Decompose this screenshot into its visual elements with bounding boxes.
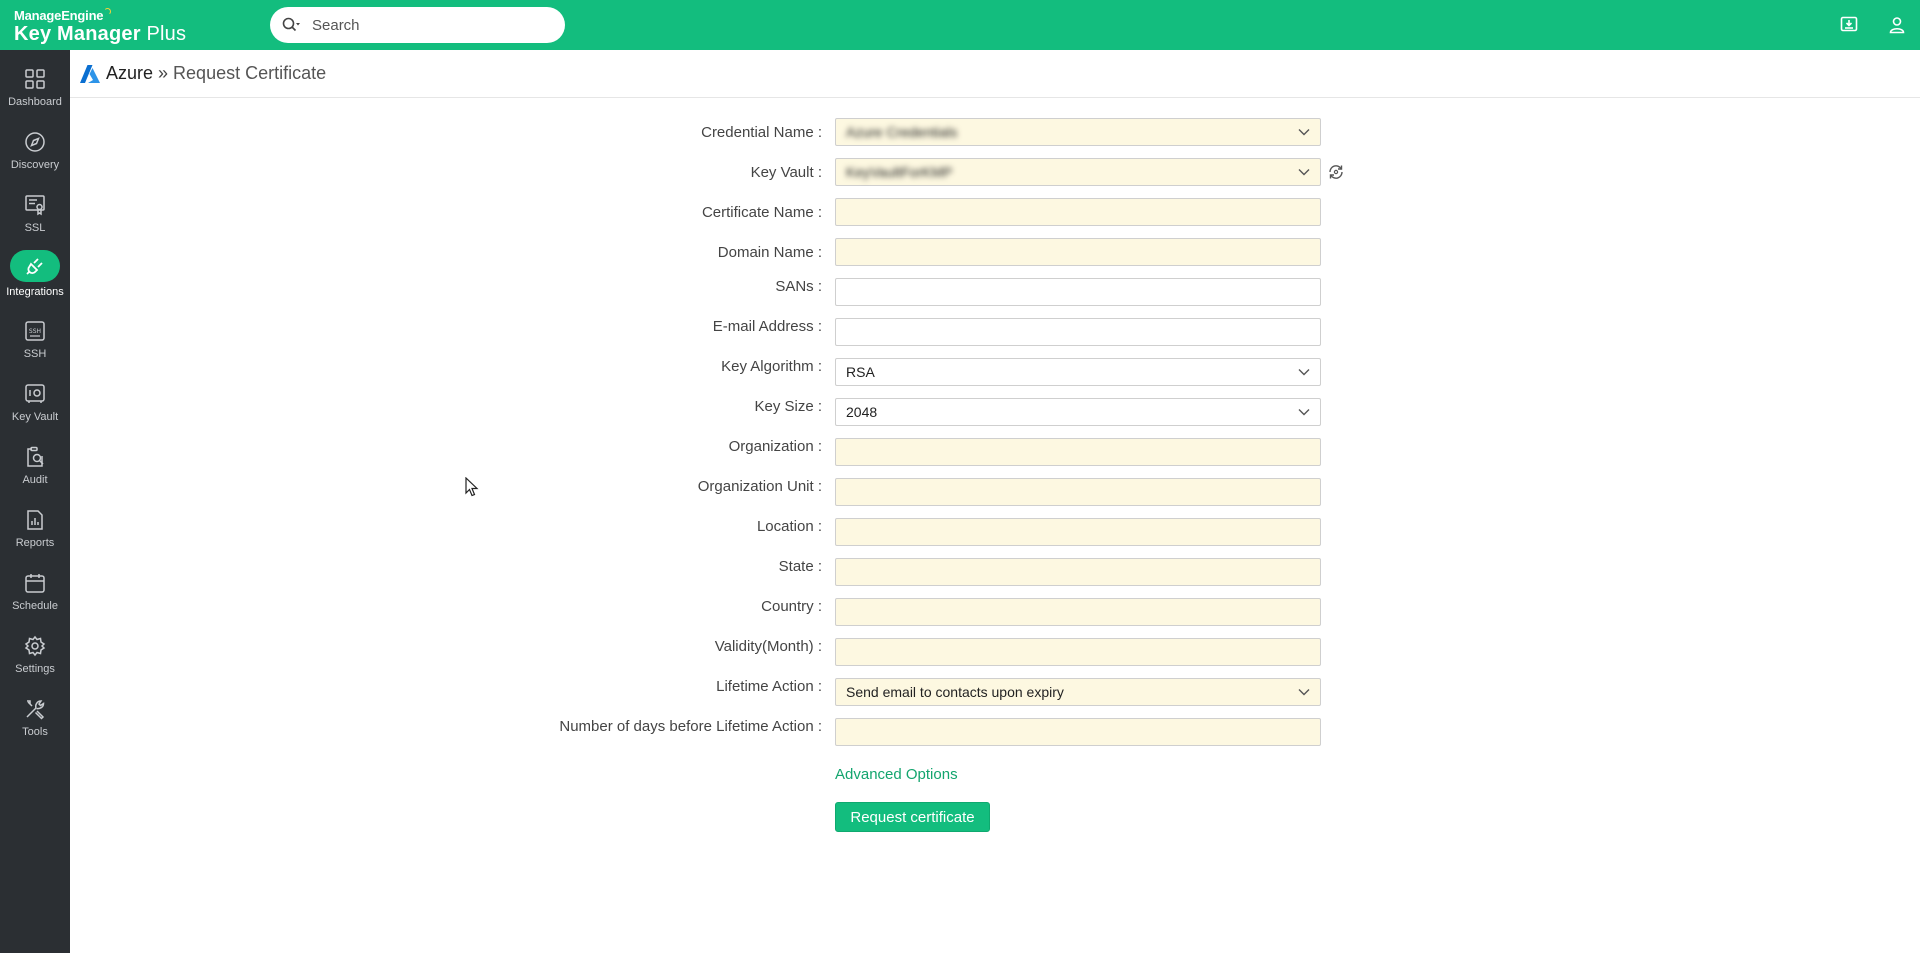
advanced-options-link[interactable]: Advanced Options bbox=[835, 766, 958, 783]
key-size-select[interactable]: 2048 bbox=[835, 398, 1321, 426]
breadcrumb-separator: » bbox=[158, 63, 169, 83]
form-row-location: Location : bbox=[0, 518, 1920, 548]
breadcrumb-azure-link[interactable]: Azure bbox=[106, 63, 153, 84]
days-before-label: Number of days before Lifetime Action : bbox=[559, 718, 822, 735]
search-input[interactable] bbox=[312, 16, 542, 34]
validity-label: Validity(Month) : bbox=[714, 638, 822, 655]
top-bar: ManageEngine Key Manager Plus bbox=[0, 0, 1920, 50]
chevron-down-icon bbox=[1298, 369, 1310, 376]
dashboard-icon bbox=[23, 67, 47, 91]
days-before-input[interactable] bbox=[835, 718, 1321, 746]
certificate-name-label: Certificate Name : bbox=[701, 204, 822, 221]
brand-logo[interactable]: ManageEngine Key Manager Plus bbox=[14, 8, 186, 45]
form-row-days-before: Number of days before Lifetime Action : bbox=[0, 718, 1920, 748]
form-row-email: E-mail Address : bbox=[0, 318, 1920, 348]
form-row-key-size: Key Size : 2048 bbox=[0, 398, 1920, 428]
form-row-validity: Validity(Month) : bbox=[0, 638, 1920, 668]
chevron-down-icon bbox=[1298, 129, 1310, 136]
form-row-state: State : bbox=[0, 558, 1920, 588]
email-label: E-mail Address : bbox=[712, 318, 822, 335]
chevron-down-icon bbox=[1298, 169, 1310, 176]
organization-unit-input[interactable] bbox=[835, 478, 1321, 506]
logo-swoosh-icon bbox=[104, 8, 112, 15]
credential-name-select[interactable]: Azure Credentials bbox=[835, 118, 1321, 146]
form-row-country: Country : bbox=[0, 598, 1920, 628]
key-algorithm-select[interactable]: RSA bbox=[835, 358, 1321, 386]
key-algorithm-label: Key Algorithm : bbox=[721, 358, 822, 375]
announcement-icon[interactable] bbox=[1838, 14, 1860, 36]
mouse-cursor-icon bbox=[465, 477, 479, 497]
domain-name-label: Domain Name : bbox=[717, 244, 822, 261]
brand-product: Key Manager Plus bbox=[14, 23, 187, 45]
validity-input[interactable] bbox=[835, 638, 1321, 666]
form-row-credential-name: Credential Name : Azure Credentials bbox=[0, 118, 1920, 148]
sans-label: SANs : bbox=[775, 278, 822, 295]
country-label: Country : bbox=[761, 598, 822, 615]
brand-vendor: ManageEngine bbox=[14, 8, 186, 23]
sans-input[interactable] bbox=[835, 278, 1321, 306]
country-input[interactable] bbox=[835, 598, 1321, 626]
form-row-lifetime-action: Lifetime Action : Send email to contacts… bbox=[0, 678, 1920, 708]
chevron-down-icon bbox=[1298, 409, 1310, 416]
lifetime-action-label: Lifetime Action : bbox=[716, 678, 822, 695]
chevron-down-icon bbox=[1298, 689, 1310, 696]
domain-name-input[interactable] bbox=[835, 238, 1321, 266]
organization-input[interactable] bbox=[835, 438, 1321, 466]
key-size-label: Key Size : bbox=[754, 398, 822, 415]
user-profile-icon[interactable] bbox=[1886, 14, 1908, 36]
form-row-organization: Organization : bbox=[0, 438, 1920, 468]
form-row-key-algorithm: Key Algorithm : RSA bbox=[0, 358, 1920, 388]
certificate-name-input[interactable] bbox=[835, 198, 1321, 226]
form-row-sans: SANs : bbox=[0, 278, 1920, 308]
page-title: Request Certificate bbox=[173, 63, 327, 83]
form-row-domain-name: Domain Name : bbox=[0, 238, 1920, 268]
credential-name-label: Credential Name : bbox=[701, 124, 822, 141]
key-vault-select[interactable]: KeyVaultForKMP bbox=[835, 158, 1321, 186]
state-label: State : bbox=[778, 558, 822, 575]
azure-logo-icon bbox=[80, 64, 100, 83]
form-row-key-vault: Key Vault : KeyVaultForKMP bbox=[0, 158, 1920, 188]
location-label: Location : bbox=[756, 518, 822, 535]
refresh-icon[interactable] bbox=[1327, 163, 1345, 181]
key-vault-label: Key Vault : bbox=[750, 164, 822, 181]
request-certificate-button[interactable]: Request certificate bbox=[835, 802, 990, 832]
breadcrumb: Azure » Request Certificate bbox=[70, 50, 1920, 98]
form-row-certificate-name: Certificate Name : bbox=[0, 198, 1920, 228]
state-input[interactable] bbox=[835, 558, 1321, 586]
sidebar-item-dashboard[interactable]: Dashboard bbox=[0, 60, 70, 120]
organization-unit-label: Organization Unit : bbox=[697, 478, 822, 495]
search-box[interactable] bbox=[270, 7, 565, 43]
form-row-organization-unit: Organization Unit : bbox=[0, 478, 1920, 508]
location-input[interactable] bbox=[835, 518, 1321, 546]
organization-label: Organization : bbox=[728, 438, 822, 455]
search-icon bbox=[282, 17, 300, 32]
email-input[interactable] bbox=[835, 318, 1321, 346]
lifetime-action-select[interactable]: Send email to contacts upon expiry bbox=[835, 678, 1321, 706]
